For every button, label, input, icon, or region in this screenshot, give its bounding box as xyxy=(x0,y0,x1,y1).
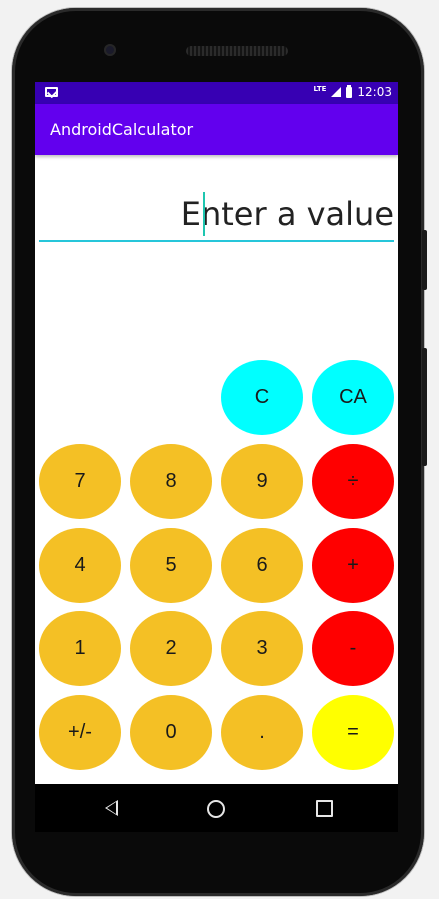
status-time: 12:03 xyxy=(357,85,392,99)
digit-3-button[interactable]: 3 xyxy=(221,611,303,686)
power-button xyxy=(422,348,427,466)
clear-all-button[interactable]: CA xyxy=(312,360,394,435)
gmail-icon xyxy=(45,87,58,97)
clear-button[interactable]: C xyxy=(221,360,303,435)
decimal-button[interactable]: . xyxy=(221,695,303,770)
signal-icon xyxy=(331,87,342,97)
navigation-bar xyxy=(35,784,398,832)
minus-button[interactable]: - xyxy=(312,611,394,686)
home-icon[interactable] xyxy=(207,800,225,818)
digit-5-button[interactable]: 5 xyxy=(130,528,212,603)
digit-0-button[interactable]: 0 xyxy=(130,695,212,770)
digit-8-button[interactable]: 8 xyxy=(130,444,212,519)
display-field-wrapper xyxy=(39,190,394,242)
value-input[interactable] xyxy=(39,190,394,238)
back-icon[interactable] xyxy=(105,800,118,816)
volume-button xyxy=(422,230,427,290)
digit-6-button[interactable]: 6 xyxy=(221,528,303,603)
equals-button[interactable]: = xyxy=(312,695,394,770)
plus-button[interactable]: + xyxy=(312,528,394,603)
digit-1-button[interactable]: 1 xyxy=(39,611,121,686)
front-camera xyxy=(104,44,116,56)
digit-4-button[interactable]: 4 xyxy=(39,528,121,603)
negate-button[interactable]: +/- xyxy=(39,695,121,770)
digit-7-button[interactable]: 7 xyxy=(39,444,121,519)
screen: LTE 12:03 AndroidCalculator C CA 7 8 9 ÷… xyxy=(35,82,398,784)
speaker-grille xyxy=(186,46,288,56)
network-label: LTE xyxy=(313,85,327,93)
divide-button[interactable]: ÷ xyxy=(312,444,394,519)
app-title: AndroidCalculator xyxy=(50,120,194,139)
status-bar: LTE 12:03 xyxy=(35,82,398,104)
status-icons: LTE 12:03 xyxy=(313,84,392,99)
app-bar: AndroidCalculator xyxy=(35,104,398,155)
digit-2-button[interactable]: 2 xyxy=(130,611,212,686)
recent-apps-icon[interactable] xyxy=(316,800,333,817)
digit-9-button[interactable]: 9 xyxy=(221,444,303,519)
battery-icon xyxy=(346,84,353,98)
text-cursor xyxy=(203,192,205,236)
